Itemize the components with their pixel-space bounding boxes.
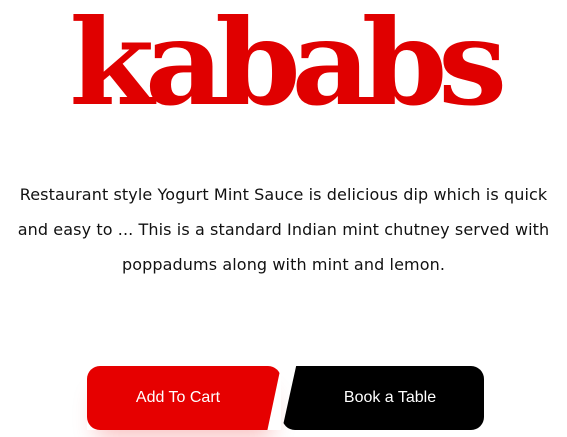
book-table-button[interactable]: Book a Table: [282, 366, 484, 430]
product-description: Restaurant style Yogurt Mint Sauce is de…: [17, 185, 550, 274]
add-to-cart-label: Add To Cart: [135, 389, 221, 406]
add-to-cart-button[interactable]: Add To Cart: [87, 366, 281, 430]
book-table-label: Book a Table: [343, 389, 437, 406]
hero-title: kababs: [69, 0, 507, 132]
